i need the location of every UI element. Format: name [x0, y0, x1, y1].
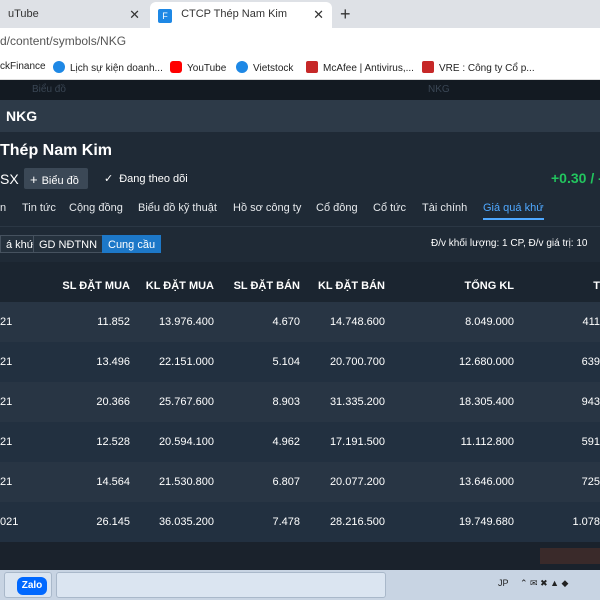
tab-nkg[interactable]: F CTCP Thép Nam Kim ✕	[150, 2, 332, 28]
table-row[interactable]: 21 13.496 22.151.000 5.104 20.700.700 12…	[0, 342, 600, 382]
nav-item[interactable]: Hồ sơ công ty	[233, 202, 301, 214]
tab-label: CTCP Thép Nam Kim	[181, 8, 288, 20]
nav-item[interactable]: Biểu đồ kỹ thuật	[138, 202, 217, 214]
price-change: +0.30 / -	[551, 170, 600, 186]
panel-header: NKG	[0, 100, 600, 132]
vre-icon	[422, 61, 434, 73]
bookmarks-bar: ckFinance Lịch sự kiện doanh... YouTube …	[0, 54, 600, 80]
tray-icons[interactable]: ⌃ ✉ ✖ ▲ ◆	[520, 578, 568, 589]
table-row[interactable]: 21 20.366 25.767.600 8.903 31.335.200 18…	[0, 382, 600, 422]
nav-item[interactable]: n	[0, 202, 6, 214]
col-header[interactable]: SL ĐẶT BÁN	[234, 280, 300, 292]
bookmark-item[interactable]: Vietstock	[236, 61, 293, 74]
section-nav: n Tin tức Cộng đồng Biểu đồ kỹ thuật Hồ …	[0, 200, 600, 224]
subtab-supply-demand[interactable]: Cung cầu	[102, 235, 162, 253]
table-row[interactable]: 21 12.528 20.594.100 4.962 17.191.500 11…	[0, 422, 600, 462]
panel-footer	[0, 542, 600, 570]
panel-title: NKG	[6, 108, 38, 124]
zalo-icon: Zalo	[17, 577, 47, 595]
col-header[interactable]: SL ĐẶT MUA	[62, 280, 130, 292]
thumbnail-image	[540, 548, 600, 564]
bookmark-item[interactable]: YouTube	[170, 61, 226, 74]
bookmark-item[interactable]: VRE : Công ty Cổ p...	[422, 61, 535, 74]
exchange-label: SX	[0, 171, 19, 187]
subtab-foreign[interactable]: GD NĐTNN	[33, 235, 104, 253]
browser-tabstrip: uTube ✕ F CTCP Thép Nam Kim ✕ +	[0, 0, 600, 28]
tab-youtube[interactable]: uTube ✕	[0, 2, 148, 28]
table-row[interactable]: 21 14.564 21.530.800 6.807 20.077.200 13…	[0, 462, 600, 502]
table-row[interactable]: 21 11.852 13.976.400 4.670 14.748.600 8.…	[0, 302, 600, 342]
unit-note: Đ/v khối lượng: 1 CP, Đ/v giá trị: 10	[431, 238, 588, 249]
globe-icon	[236, 61, 248, 73]
plus-icon: +	[30, 172, 38, 187]
company-name: Thép Nam Kim	[0, 142, 113, 159]
col-header[interactable]: T	[593, 280, 600, 292]
follow-toggle[interactable]: ✓ Đang theo dõi	[104, 172, 188, 185]
tray-language[interactable]: JP	[498, 578, 509, 588]
col-header[interactable]: KL ĐẶT MUA	[146, 280, 214, 292]
tab-label: uTube	[8, 8, 39, 20]
col-header[interactable]: KL ĐẶT BÁN	[318, 280, 385, 292]
close-tab-icon[interactable]: ✕	[313, 7, 324, 23]
taskbar-app-zalo[interactable]: Zalo	[4, 572, 52, 598]
youtube-icon	[170, 61, 182, 73]
globe-icon	[53, 61, 65, 73]
table-row[interactable]: 021 26.145 36.035.200 7.478 28.216.500 1…	[0, 502, 600, 542]
nav-item[interactable]: Cổ đông	[316, 202, 358, 214]
nav-item[interactable]: Tài chính	[422, 202, 467, 214]
nav-item-active[interactable]: Giá quá khứ	[483, 202, 544, 220]
nav-item[interactable]: Cổ tức	[373, 202, 406, 214]
new-tab-button[interactable]: +	[340, 4, 351, 25]
mcafee-icon	[306, 61, 318, 73]
url-text: d/content/symbols/NKG	[0, 34, 127, 48]
nav-item[interactable]: Cộng đồng	[69, 202, 123, 214]
chart-button[interactable]: + Biểu đồ	[24, 168, 88, 189]
bookmark-item[interactable]: McAfee | Antivirus,...	[306, 61, 414, 74]
taskbar-app-window[interactable]	[56, 572, 386, 598]
nav-item[interactable]: Tin tức	[22, 202, 56, 214]
os-taskbar: Zalo JP ⌃ ✉ ✖ ▲ ◆	[0, 570, 600, 600]
table-body: 21 11.852 13.976.400 4.670 14.748.600 8.…	[0, 302, 600, 542]
nav-divider	[0, 226, 600, 227]
col-header[interactable]: TỔNG KL	[465, 280, 515, 292]
check-icon: ✓	[104, 173, 114, 185]
table-header: SL ĐẶT MUA KL ĐẶT MUA SL ĐẶT BÁN KL ĐẶT …	[0, 262, 600, 302]
site-toolbar: Biểu đồ NKG	[0, 80, 600, 100]
bookmark-item[interactable]: Lịch sự kiện doanh...	[53, 61, 163, 74]
favicon-icon: F	[158, 9, 172, 23]
bookmark-item[interactable]: ckFinance	[0, 61, 46, 72]
address-bar[interactable]: d/content/symbols/NKG	[0, 28, 600, 54]
close-tab-icon[interactable]: ✕	[129, 7, 140, 23]
